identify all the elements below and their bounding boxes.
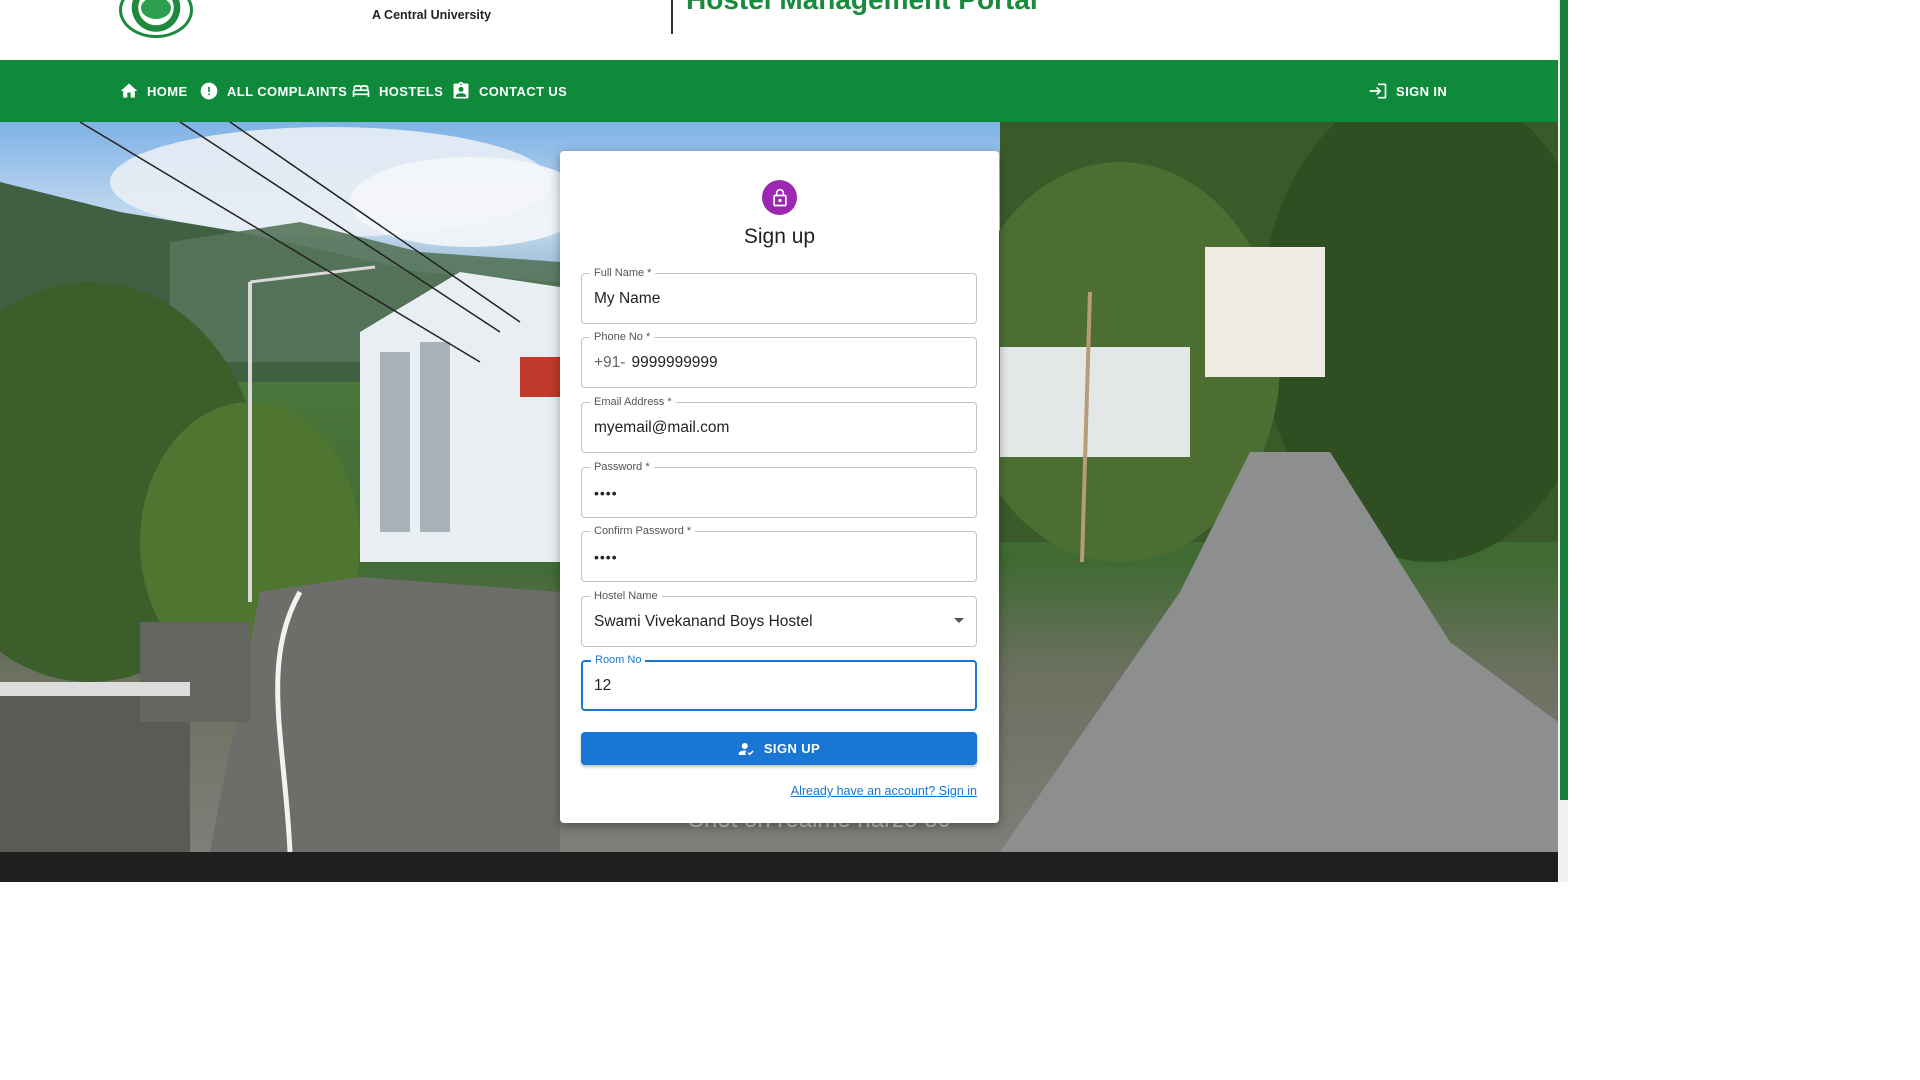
person-check-icon (738, 742, 754, 755)
nav-contact-us-label: CONTACT US (479, 83, 568, 99)
nav-sign-in-label: SIGN IN (1396, 83, 1448, 99)
form-title: Sign up (743, 225, 816, 248)
navbar: HOME ALL COMPLAINTS HOSTELS CONTACT US S… (0, 60, 1558, 122)
password-field[interactable]: Password * •••• (581, 460, 977, 518)
footer-bar (0, 852, 1558, 882)
header-divider (671, 0, 673, 34)
full-name-field[interactable]: Full Name * My Name (581, 266, 977, 324)
nav-sign-in[interactable]: SIGN IN (1368, 60, 1447, 122)
room-no-label: Room No (591, 653, 646, 667)
confirm-password-label: Confirm Password * (590, 524, 696, 538)
confirm-password-field[interactable]: Confirm Password * •••• (581, 524, 977, 582)
home-icon (120, 83, 138, 98)
password-label: Password * (590, 460, 654, 474)
top-header: A Central University Hostel Management P… (0, 0, 1558, 60)
signin-link[interactable]: Already have an account? Sign in (791, 784, 977, 798)
nav-all-complaints-label: ALL COMPLAINTS (227, 83, 348, 99)
full-name-label: Full Name * (590, 266, 656, 280)
email-value: myemail@mail.com (594, 419, 730, 436)
full-name-value: My Name (594, 290, 661, 307)
nav-home[interactable]: HOME (119, 60, 188, 122)
password-value: •••• (594, 485, 618, 501)
email-field[interactable]: Email Address * myemail@mail.com (581, 395, 977, 453)
hostel-name-select[interactable]: Hostel Name Swami Vivekanand Boys Hostel (581, 589, 977, 647)
nav-contact-us[interactable]: CONTACT US (451, 60, 567, 122)
contact-card-icon (453, 81, 469, 99)
signup-card: Sign up Full Name * My Name Phone No * +… (560, 151, 999, 823)
nav-all-complaints[interactable]: ALL COMPLAINTS (199, 60, 347, 122)
phone-value-wrap: +91- 9999999999 (594, 354, 718, 372)
lock-icon (772, 188, 787, 206)
sign-up-button-label: SIGN UP (763, 741, 821, 756)
confirm-password-value: •••• (594, 549, 618, 565)
nav-hostels-label: HOSTELS (379, 83, 444, 99)
alert-circle-icon (200, 82, 218, 100)
hostel-name-value: Swami Vivekanand Boys Hostel (594, 613, 813, 630)
login-icon (1369, 83, 1387, 99)
university-logo (119, 0, 193, 38)
nav-hostels[interactable]: HOSTELS (351, 60, 443, 122)
email-label: Email Address * (590, 395, 676, 409)
phone-value: 9999999999 (631, 354, 718, 371)
phone-label: Phone No * (590, 330, 655, 344)
bed-icon (352, 85, 370, 97)
hostel-name-label: Hostel Name (590, 589, 662, 603)
phone-field[interactable]: Phone No * +91- 9999999999 (581, 330, 977, 388)
scrollbar-thumb[interactable] (1560, 0, 1568, 800)
avatar (762, 180, 797, 215)
room-no-value: 12 (594, 677, 612, 694)
chevron-down-icon[interactable] (954, 618, 964, 623)
nav-home-label: HOME (147, 83, 188, 99)
room-no-field[interactable]: Room No 12 (581, 653, 977, 711)
phone-prefix: +91- (594, 354, 626, 371)
sign-up-button[interactable]: SIGN UP (581, 732, 977, 765)
university-subtitle: A Central University (372, 8, 492, 22)
portal-title: Hostel Management Portal (686, 0, 1038, 16)
